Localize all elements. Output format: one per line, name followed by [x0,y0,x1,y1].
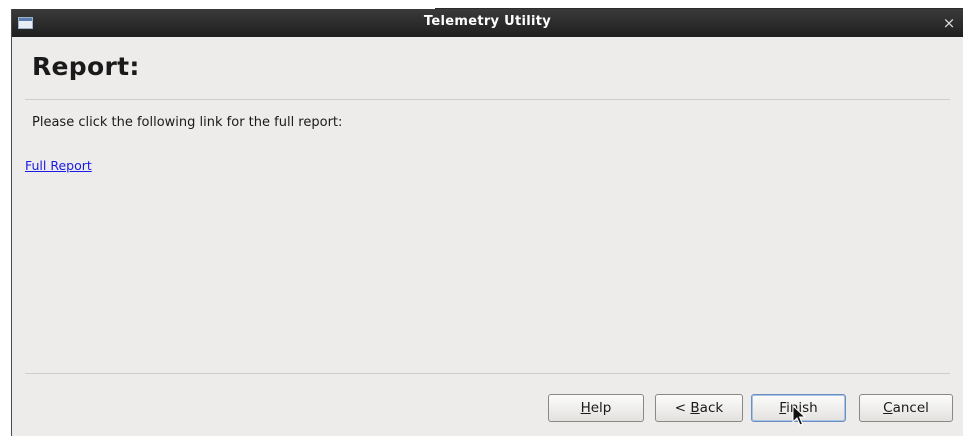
footer-separator [25,373,950,374]
description-text: Please click the following link for the … [32,115,343,130]
page-heading: Report: [32,52,140,81]
back-mnemonic: B [690,400,700,416]
help-button[interactable]: Help [548,394,644,422]
back-button[interactable]: < Back [655,394,743,422]
cancel-mnemonic: C [883,400,893,416]
back-label-prefix: < [674,400,691,416]
close-icon[interactable]: × [941,14,957,32]
window-title: Telemetry Utility [423,14,552,29]
help-mnemonic: H [580,400,591,416]
back-label-rest: ack [699,400,724,416]
dialog-window: Telemetry Utility × Report: Please click… [11,9,963,436]
header-separator [25,99,950,100]
mouse-pointer-icon [792,405,806,426]
cancel-label-rest: ancel [892,400,929,416]
title-bar[interactable]: Telemetry Utility × [12,9,963,37]
cancel-button[interactable]: Cancel [859,394,953,422]
help-label-rest: elp [590,400,612,416]
full-report-link[interactable]: Full Report [25,158,92,173]
